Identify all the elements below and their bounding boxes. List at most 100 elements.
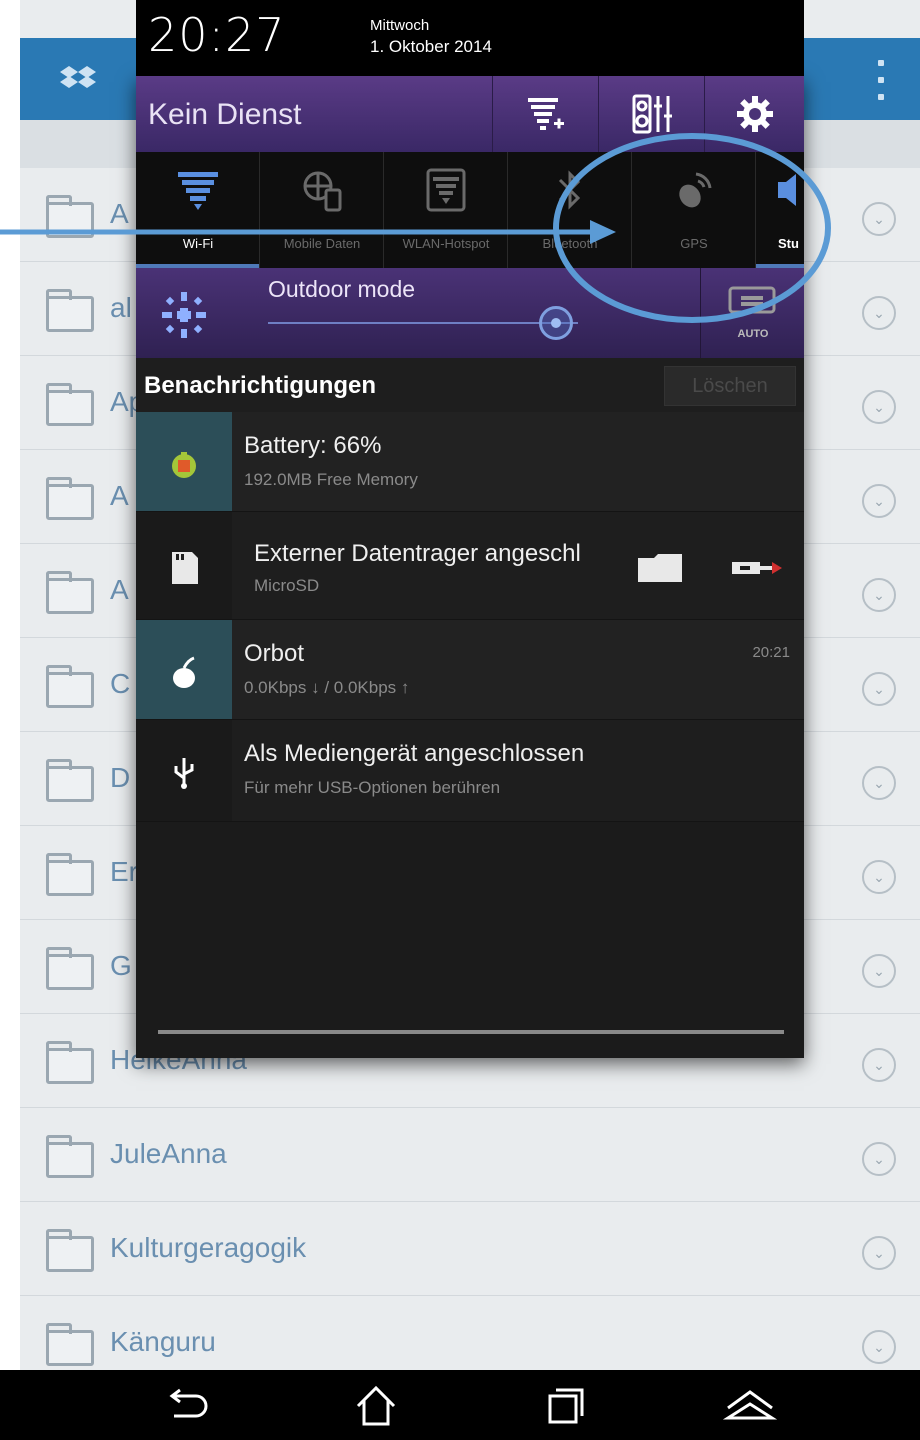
notification-orbot[interactable]: Orbot 0.0Kbps ↓ / 0.0Kbps ↑ 20:21 — [136, 620, 804, 720]
notification-battery[interactable]: Battery: 66% 192.0MB Free Memory — [136, 412, 804, 512]
folder-row[interactable]: Känguru ⌄ — [20, 1296, 920, 1370]
recent-apps-button[interactable] — [536, 1382, 596, 1430]
chevron-down-icon[interactable]: ⌄ — [862, 202, 896, 236]
folder-name: Känguru — [110, 1326, 216, 1357]
toggle-mobile-data[interactable]: Mobile Daten — [260, 152, 384, 268]
notification-shade: Kein Dienst Wi-Fi Mobile Daten WLAN-Hots… — [136, 76, 804, 1058]
notification-icon-box — [136, 512, 232, 619]
folder-name: Kulturgeragogik — [110, 1232, 307, 1263]
folder-name: D — [110, 762, 131, 793]
chevron-down-icon[interactable]: ⌄ — [862, 484, 896, 518]
toggle-label: Mobile Daten — [283, 236, 361, 251]
settings-gear-icon — [736, 96, 773, 132]
folder-icon — [46, 759, 94, 802]
onion-icon — [173, 656, 195, 688]
android-battery-icon — [172, 452, 196, 478]
folder-name: C — [110, 668, 131, 699]
audio-settings-button[interactable] — [598, 76, 704, 152]
notification-subtitle: 192.0MB Free Memory — [244, 470, 418, 489]
equalizer-icon — [632, 94, 672, 134]
chevron-down-icon[interactable]: ⌄ — [862, 390, 896, 424]
notification-icon-box — [136, 412, 232, 511]
folder-name: A — [110, 480, 129, 511]
wifi-settings-button[interactable] — [492, 76, 598, 152]
chevron-down-icon[interactable]: ⌄ — [862, 1048, 896, 1082]
toggle-bluetooth[interactable]: Bluetooth — [508, 152, 632, 268]
brightness-slider-thumb[interactable] — [539, 306, 574, 340]
auto-brightness-icon — [728, 286, 776, 314]
home-icon — [356, 1385, 396, 1426]
folder-icon — [46, 1041, 94, 1084]
chevron-down-icon[interactable]: ⌄ — [862, 1236, 896, 1270]
toggle-label: Bluetooth — [542, 236, 598, 251]
toggle-label: Wi-Fi — [182, 236, 214, 251]
folder-row[interactable]: JuleAnna ⌄ — [20, 1108, 920, 1202]
settings-button[interactable] — [704, 76, 804, 152]
home-button[interactable] — [346, 1382, 406, 1430]
clear-notifications-button[interactable]: Löschen — [664, 366, 796, 406]
mobile-data-icon — [303, 171, 342, 212]
toggle-gps[interactable]: GPS — [632, 152, 756, 268]
chevron-down-icon[interactable]: ⌄ — [862, 1330, 896, 1364]
brightness-panel: Outdoor mode AUTO — [136, 268, 804, 358]
toggle-label: Stu — [778, 236, 799, 251]
folder-icon — [46, 1135, 94, 1178]
toggle-wlan-hotspot[interactable]: WLAN-Hotspot — [384, 152, 508, 268]
folder-name: Er — [110, 856, 138, 887]
notification-subtitle: 0.0Kbps ↓ / 0.0Kbps ↑ — [244, 678, 410, 697]
dropbox-logo-icon — [60, 64, 96, 94]
gps-icon — [679, 172, 712, 208]
folder-icon — [46, 383, 94, 426]
menu-up-button[interactable] — [720, 1382, 780, 1430]
folder-name: G — [110, 950, 132, 981]
brightness-slider-track[interactable] — [268, 322, 578, 324]
auto-brightness-button[interactable]: AUTO — [700, 268, 804, 358]
folder-name: al — [110, 292, 132, 323]
notification-usb[interactable]: Als Mediengerät angeschlossen Für mehr U… — [136, 720, 804, 822]
wifi-settings-icon — [527, 98, 564, 130]
notification-title: Orbot — [244, 640, 305, 667]
toggle-wifi[interactable]: Wi-Fi — [136, 152, 260, 268]
shade-drag-handle[interactable] — [158, 1030, 784, 1034]
clock: 20:27 — [148, 8, 286, 62]
notification-icon-box — [136, 720, 232, 821]
recent-apps-icon — [548, 1388, 584, 1424]
unmount-icon[interactable] — [730, 558, 790, 578]
carrier-bar: Kein Dienst — [136, 76, 804, 152]
chevron-down-icon[interactable]: ⌄ — [862, 1142, 896, 1176]
notification-title: Externer Datentrager angeschl — [254, 540, 581, 567]
notification-icon-box — [136, 620, 232, 719]
folder-name: JuleAnna — [110, 1138, 227, 1169]
chevron-down-icon[interactable]: ⌄ — [862, 296, 896, 330]
folder-row[interactable]: Kulturgeragogik ⌄ — [20, 1202, 920, 1296]
folder-icon — [46, 477, 94, 520]
quick-settings-toggles: Wi-Fi Mobile Daten WLAN-Hotspot Bluetoot… — [136, 152, 804, 268]
outdoor-mode-label: Outdoor mode — [268, 276, 416, 302]
notifications-header: Benachrichtigungen Löschen — [136, 358, 804, 412]
folder-icon — [46, 1229, 94, 1272]
chevron-down-icon[interactable]: ⌄ — [862, 954, 896, 988]
overflow-menu-icon[interactable] — [878, 60, 886, 100]
wifi-icon — [178, 172, 218, 210]
auto-label: AUTO — [737, 328, 769, 340]
folder-icon — [46, 289, 94, 332]
bluetooth-icon — [558, 170, 581, 210]
chevron-down-icon[interactable]: ⌄ — [862, 860, 896, 894]
toggle-sound[interactable]: Stu — [756, 152, 804, 268]
toggle-label: GPS — [680, 236, 708, 251]
back-icon — [169, 1388, 208, 1418]
chevron-down-icon[interactable]: ⌄ — [862, 766, 896, 800]
chevron-up-icon — [722, 1390, 778, 1420]
toggle-label: WLAN-Hotspot — [402, 236, 490, 251]
notification-title: Als Mediengerät angeschlossen — [244, 740, 585, 767]
notifications-title: Benachrichtigungen — [144, 372, 377, 399]
chevron-down-icon[interactable]: ⌄ — [862, 672, 896, 706]
sd-card-icon — [172, 552, 198, 584]
folder-icon[interactable] — [638, 552, 682, 584]
folder-name: A — [110, 574, 129, 605]
sound-icon — [778, 174, 796, 206]
folder-icon — [46, 195, 94, 238]
chevron-down-icon[interactable]: ⌄ — [862, 578, 896, 612]
notification-external-storage[interactable]: Externer Datentrager angeschl MicroSD — [136, 512, 804, 620]
back-button[interactable] — [156, 1382, 216, 1430]
